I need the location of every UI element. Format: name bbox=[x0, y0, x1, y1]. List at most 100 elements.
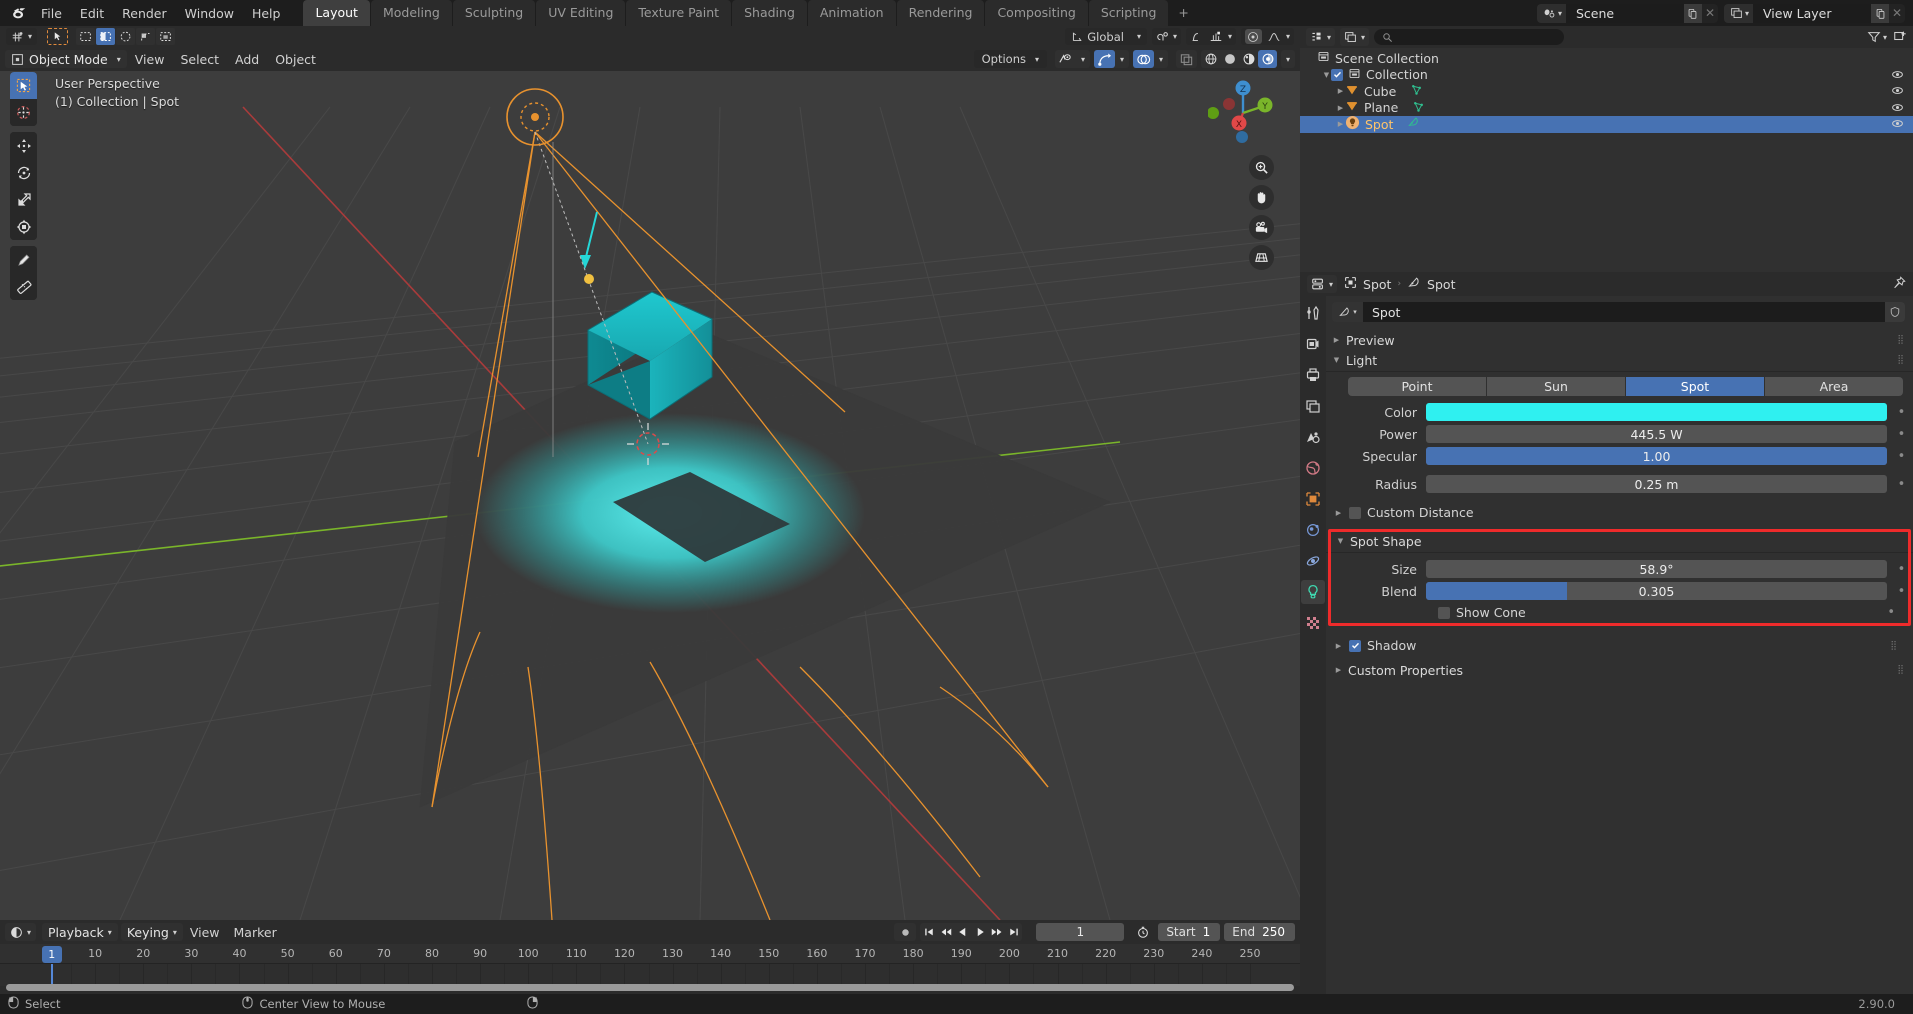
annotate-tool[interactable] bbox=[10, 246, 37, 273]
shading-mode-material-preview[interactable] bbox=[1239, 50, 1258, 68]
viewport-3d[interactable]: Object Mode ▾ ViewSelectAddObject Option… bbox=[0, 47, 1300, 920]
gizmo-group[interactable]: ▾ bbox=[1094, 50, 1129, 68]
outliner-display-mode-dropdown[interactable]: ▾ bbox=[1340, 28, 1369, 46]
view-layer-name[interactable]: View Layer bbox=[1753, 4, 1871, 23]
outliner-new-collection-icon[interactable] bbox=[1893, 29, 1907, 46]
options-dropdown[interactable]: Options ▾ bbox=[974, 50, 1047, 68]
custom-properties-panel-header[interactable]: ▶ Custom Properties ⣿ bbox=[1326, 660, 1913, 680]
light-data-icon[interactable] bbox=[1407, 116, 1420, 132]
transform-tool[interactable] bbox=[10, 213, 37, 240]
workspace-tab-scripting[interactable]: Scripting bbox=[1089, 0, 1169, 26]
workspace-tab-animation[interactable]: Animation bbox=[808, 0, 896, 26]
outliner-editor[interactable]: ▾ ▾ ▾ Scene Collection▼Collection▶Cube▶ bbox=[1300, 26, 1913, 272]
scene-remove-icon[interactable]: ✕ bbox=[1702, 4, 1718, 23]
view-layer-remove-icon[interactable]: ✕ bbox=[1889, 4, 1905, 23]
workspace-tab-shading[interactable]: Shading bbox=[732, 0, 807, 26]
timeline-scrollbar[interactable] bbox=[6, 984, 1294, 991]
outliner-row-spot[interactable]: ▶Spot bbox=[1300, 116, 1913, 133]
perspective-icon[interactable] bbox=[1249, 245, 1274, 270]
visibility-icon[interactable] bbox=[1055, 50, 1076, 68]
breadcrumb-object-label[interactable]: Spot bbox=[1363, 277, 1391, 292]
workspace-tab-texture-paint[interactable]: Texture Paint bbox=[626, 0, 731, 26]
properties-editor-type-dropdown[interactable]: ▾ bbox=[1307, 275, 1337, 293]
current-frame-field[interactable]: 1 bbox=[1036, 923, 1124, 941]
outliner-visibility-eye-icon[interactable] bbox=[1891, 101, 1904, 117]
preview-panel-header[interactable]: ▶ Preview ⣿ bbox=[1326, 330, 1913, 350]
light-power-animate-dot-icon[interactable]: • bbox=[1895, 427, 1908, 442]
workspace-tab-rendering[interactable]: Rendering bbox=[897, 0, 985, 26]
viewport-menu-object[interactable]: Object bbox=[267, 50, 324, 69]
custom-distance-row[interactable]: ▶ Custom Distance bbox=[1326, 503, 1913, 522]
timeline-track-area[interactable] bbox=[0, 964, 1300, 986]
tweak-tool[interactable] bbox=[10, 72, 37, 99]
workspace-tab-sculpting[interactable]: Sculpting bbox=[453, 0, 535, 26]
select-mode-box[interactable] bbox=[96, 28, 115, 45]
viewport-menu-view[interactable]: View bbox=[127, 50, 173, 69]
topbar-menu-help[interactable]: Help bbox=[243, 3, 290, 24]
select-mode-lasso[interactable] bbox=[136, 28, 155, 45]
outliner-row-cube[interactable]: ▶Cube bbox=[1300, 83, 1913, 100]
workspace-tab-compositing[interactable]: Compositing bbox=[985, 0, 1087, 26]
spot-size-animate-dot-icon[interactable]: • bbox=[1895, 562, 1908, 577]
workspace-tab--[interactable]: + bbox=[1169, 0, 1197, 26]
view-layer-tab[interactable] bbox=[1301, 394, 1325, 418]
editor-type-dropdown[interactable]: ▾ bbox=[5, 923, 36, 941]
zoom-icon[interactable] bbox=[1249, 155, 1274, 180]
next-keyframe-icon[interactable] bbox=[988, 923, 1005, 941]
view-layer-selector[interactable]: ▾ View Layer ✕ bbox=[1724, 4, 1905, 23]
scene-name[interactable]: Scene bbox=[1566, 4, 1684, 23]
timeline-editor[interactable]: ▾ Playback ▾ Keying ▾ View Marker bbox=[0, 920, 1300, 994]
rotate-tool[interactable] bbox=[10, 159, 37, 186]
outliner-expand-icon[interactable]: ▶ bbox=[1336, 87, 1345, 95]
select-mode-tweak[interactable] bbox=[76, 28, 95, 45]
view-layer-browse-icon[interactable]: ▾ bbox=[1724, 4, 1753, 23]
timeline-menu-marker[interactable]: Marker bbox=[227, 923, 284, 942]
viewport-menu-add[interactable]: Add bbox=[227, 50, 267, 69]
proportional-toggle-icon[interactable] bbox=[1245, 29, 1262, 44]
transform-orientation-dropdown[interactable]: Global ▾ bbox=[1065, 28, 1147, 45]
playback-dropdown[interactable]: Playback ▾ bbox=[42, 923, 118, 941]
outliner-row-plane[interactable]: ▶Plane bbox=[1300, 100, 1913, 117]
mesh-data-icon[interactable] bbox=[1412, 100, 1425, 116]
shadow-checkbox[interactable] bbox=[1349, 640, 1361, 652]
proportional-edit-group[interactable]: ▾ bbox=[1186, 28, 1236, 45]
timeline-playhead-badge[interactable]: 1 bbox=[42, 946, 62, 963]
keying-dropdown[interactable]: Keying ▾ bbox=[121, 923, 183, 941]
outliner-visibility-eye-icon[interactable] bbox=[1891, 68, 1904, 84]
outliner-search-input[interactable] bbox=[1374, 29, 1564, 45]
workspace-tab-uv-editing[interactable]: UV Editing bbox=[536, 0, 625, 26]
cursor-tool[interactable] bbox=[10, 99, 37, 126]
gizmo-toggle-icon[interactable] bbox=[1094, 50, 1115, 68]
breadcrumb-data-label[interactable]: Spot bbox=[1427, 277, 1455, 292]
properties-editor[interactable]: ▾ Spot › Spot bbox=[1300, 272, 1913, 994]
scene-browse-icon[interactable]: ▾ bbox=[1537, 4, 1566, 23]
topbar-menu-render[interactable]: Render bbox=[113, 3, 176, 24]
topbar-menu-window[interactable]: Window bbox=[176, 3, 243, 24]
measure-tool[interactable] bbox=[10, 273, 37, 300]
timeline-ruler[interactable]: 1020304050607080901001101201301401501601… bbox=[0, 944, 1300, 964]
light-datablock-browse-icon[interactable]: ▾ bbox=[1332, 302, 1363, 322]
modifier-tab[interactable] bbox=[1301, 518, 1325, 542]
light-color-swatch[interactable] bbox=[1426, 403, 1887, 421]
scale-tool[interactable] bbox=[10, 186, 37, 213]
pin-id-icon[interactable] bbox=[1892, 276, 1906, 293]
use-preview-range-icon[interactable] bbox=[1132, 923, 1154, 941]
light-datablock-name[interactable]: Spot bbox=[1363, 302, 1885, 322]
shading-chevron-down-icon[interactable]: ▾ bbox=[1281, 50, 1295, 68]
play-icon[interactable] bbox=[971, 923, 988, 941]
light-type-area[interactable]: Area bbox=[1765, 377, 1903, 396]
spot-size-field[interactable]: 58.9° bbox=[1426, 560, 1887, 578]
outliner-filter-dropdown[interactable]: ▾ bbox=[1867, 30, 1887, 44]
tweak-tool-button[interactable] bbox=[47, 28, 68, 45]
camera-icon[interactable] bbox=[1249, 215, 1274, 240]
scene-new-icon[interactable] bbox=[1684, 4, 1702, 23]
light-datablock-row[interactable]: ▾ Spot bbox=[1332, 302, 1905, 322]
outliner-visibility-eye-icon[interactable] bbox=[1891, 84, 1904, 100]
light-type-sun[interactable]: Sun bbox=[1487, 377, 1625, 396]
outliner-expand-icon[interactable]: ▶ bbox=[1336, 120, 1345, 128]
outliner-row-scene-collection[interactable]: Scene Collection bbox=[1300, 50, 1913, 67]
tool-tab[interactable] bbox=[1301, 301, 1325, 325]
proportional-falloff-group[interactable]: ▾ bbox=[1241, 28, 1294, 45]
light-panel-header[interactable]: ▼ Light ⣿ bbox=[1326, 350, 1913, 370]
gizmo-chevron-down-icon[interactable]: ▾ bbox=[1115, 50, 1129, 68]
